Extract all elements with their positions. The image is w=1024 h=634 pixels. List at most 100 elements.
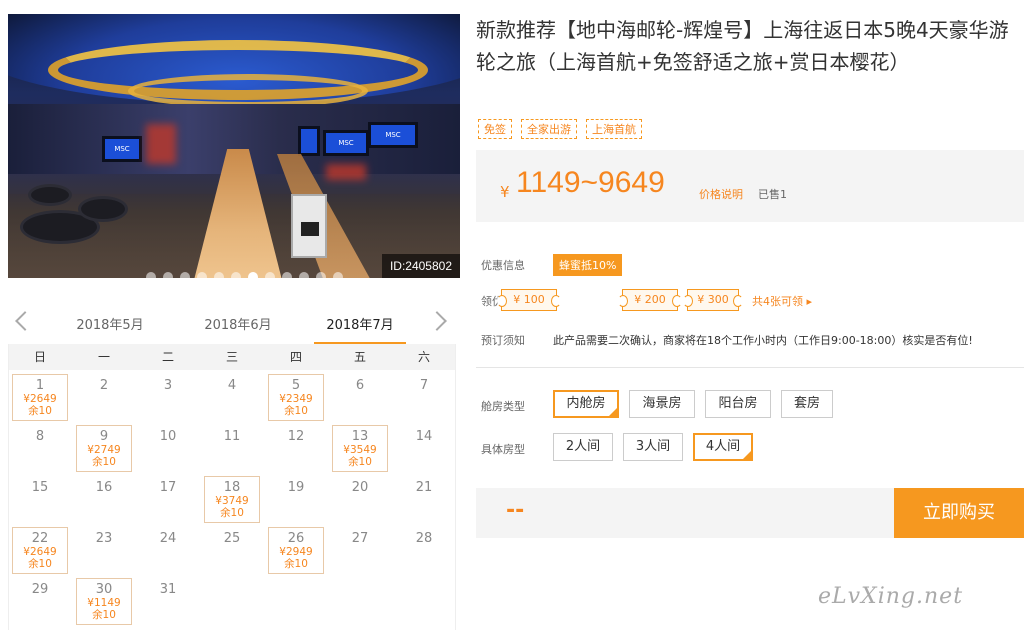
site-watermark: eLvXing.net [818, 584, 964, 609]
chevron-right-icon[interactable] [427, 311, 447, 331]
photo-ball-return [291, 194, 327, 258]
calendar-day-number: 2 [99, 378, 109, 393]
calendar-day-number: 19 [287, 480, 305, 495]
calendar-day-available[interactable]: 9 ¥2749 余10 [76, 425, 132, 472]
calendar-day: 12 [264, 423, 328, 474]
weekday-label: 三 [225, 350, 238, 364]
calendar-day-stock: 余10 [28, 405, 52, 417]
photo-screen [298, 126, 320, 156]
room-option-3[interactable]: 3人间 [623, 433, 683, 461]
calendar-day-available[interactable]: 5 ¥2349 余10 [268, 374, 324, 421]
buy-now-button[interactable]: 立即购买 [894, 488, 1024, 538]
calendar-day-price: ¥2649 [23, 393, 57, 405]
notice-text: 此产品需要二次确认，商家将在18个工作小时内（工作日9:00-18:00）核实是… [553, 334, 973, 347]
tag-family: 全家出游 [521, 119, 577, 139]
calendar-day-number: 11 [223, 429, 241, 444]
calendar-weekday-header: 日 一 二 三 四 五 六 [8, 344, 456, 370]
calendar-day: 15 [8, 474, 72, 525]
calendar-day: 7 [392, 372, 456, 423]
calendar-day-number: 1 [35, 378, 45, 393]
calendar-day-stock: 余10 [284, 405, 308, 417]
calendar-day-available[interactable]: 18 ¥3749 余10 [204, 476, 260, 523]
tab-month-june[interactable]: 2018年6月 [192, 314, 284, 344]
calendar-day-number: 6 [355, 378, 365, 393]
room-option-4[interactable]: 4人间 [693, 433, 753, 461]
calendar-day-price: ¥1149 [87, 597, 121, 609]
calendar-day: 27 [328, 525, 392, 576]
calendar-day-stock: 余10 [92, 609, 116, 621]
calendar-day-number: 15 [31, 480, 49, 495]
calendar-day: 8 [8, 423, 72, 474]
room-option-2[interactable]: 2人间 [553, 433, 613, 461]
calendar-day-price: ¥2349 [279, 393, 313, 405]
calendar-day-number: 8 [35, 429, 45, 444]
coupon-200[interactable]: ¥ 200 [618, 289, 682, 311]
weekday-label: 日 [33, 350, 46, 364]
calendar-month-tabs: 2018年5月 2018年6月 2018年7月 [8, 306, 460, 344]
calendar-day-number: 10 [159, 429, 177, 444]
calendar-day-number: 3 [163, 378, 173, 393]
photo-seat [28, 184, 72, 206]
gallery-dot[interactable] [299, 272, 309, 278]
calendar-day-stock: 余10 [28, 558, 52, 570]
promo-label: 优惠信息 [481, 259, 525, 272]
cabin-option-oceanview[interactable]: 海景房 [629, 390, 695, 418]
tag-visa-free: 免签 [478, 119, 512, 139]
photo-ceiling-ring-inner [128, 74, 368, 108]
calendar-day-available[interactable]: 22 ¥2649 余10 [12, 527, 68, 574]
calendar-day-price: ¥2949 [279, 546, 313, 558]
calendar-day-available[interactable]: 30 ¥1149 余10 [76, 578, 132, 625]
tab-month-may[interactable]: 2018年5月 [64, 314, 156, 344]
cabin-option-suite[interactable]: 套房 [781, 390, 833, 418]
calendar-day-price: ¥3549 [343, 444, 377, 456]
calendar-day-available[interactable]: 1 ¥2649 余10 [12, 374, 68, 421]
product-tags: 免签 全家出游 上海首航 [478, 119, 642, 139]
calendar-day: 24 [136, 525, 200, 576]
coupon-more-link[interactable]: 共4张可领 ▸ [752, 293, 812, 309]
calendar-day: 17 [136, 474, 200, 525]
gallery-dot[interactable] [248, 272, 258, 278]
gallery-dot[interactable] [214, 272, 224, 278]
calendar-day-price: ¥3749 [215, 495, 249, 507]
gallery-dot[interactable] [282, 272, 292, 278]
coupon-100[interactable]: ¥ 100 [497, 289, 561, 311]
promo-badge: 蜂蜜抵10% [553, 254, 623, 276]
total-price: -- [506, 498, 525, 523]
coupon-300[interactable]: ¥ 300 [683, 289, 743, 311]
calendar-day-available[interactable]: 13 ¥3549 余10 [332, 425, 388, 472]
calendar-day-available[interactable]: 26 ¥2949 余10 [268, 527, 324, 574]
photo-seat [78, 196, 128, 222]
gallery-dots[interactable] [146, 272, 343, 278]
cabin-option-interior[interactable]: 内舱房 [553, 390, 619, 418]
gallery-dot[interactable] [180, 272, 190, 278]
gallery-dot[interactable] [333, 272, 343, 278]
gallery-dot[interactable] [231, 272, 241, 278]
gallery-dot[interactable] [265, 272, 275, 278]
gallery-dot[interactable] [163, 272, 173, 278]
product-photo[interactable]: MSC MSC MSC ID:2405802 [8, 14, 460, 278]
calendar-day-number: 30 [95, 582, 113, 597]
weekday-label: 四 [289, 350, 302, 364]
calendar-day-number: 16 [95, 480, 113, 495]
tab-month-july[interactable]: 2018年7月 [314, 314, 406, 344]
price-note-link[interactable]: 价格说明 [699, 186, 743, 202]
cabin-type-label: 舱房类型 [481, 400, 525, 413]
calendar-day-number: 9 [99, 429, 109, 444]
calendar-day-stock: 余10 [284, 558, 308, 570]
calendar-day-number: 27 [351, 531, 369, 546]
product-title: 新款推荐【地中海邮轮-辉煌号】上海往返日本5晚4天豪华游轮之旅（上海首航+免签舒… [476, 18, 1009, 74]
gallery-dot[interactable] [146, 272, 156, 278]
calendar-day-price: ¥2749 [87, 444, 121, 456]
photo-screen: MSC [368, 122, 418, 148]
calendar-day: 31 [136, 576, 200, 627]
calendar-day-number: 4 [227, 378, 237, 393]
gallery-dot[interactable] [316, 272, 326, 278]
photo-red-light [326, 164, 366, 180]
cabin-option-balcony[interactable]: 阳台房 [705, 390, 771, 418]
room-type-label: 具体房型 [481, 443, 525, 456]
chevron-left-icon[interactable] [15, 311, 35, 331]
gallery-dot[interactable] [197, 272, 207, 278]
calendar-day: 23 [72, 525, 136, 576]
calendar-day: 10 [136, 423, 200, 474]
calendar-day: 4 [200, 372, 264, 423]
